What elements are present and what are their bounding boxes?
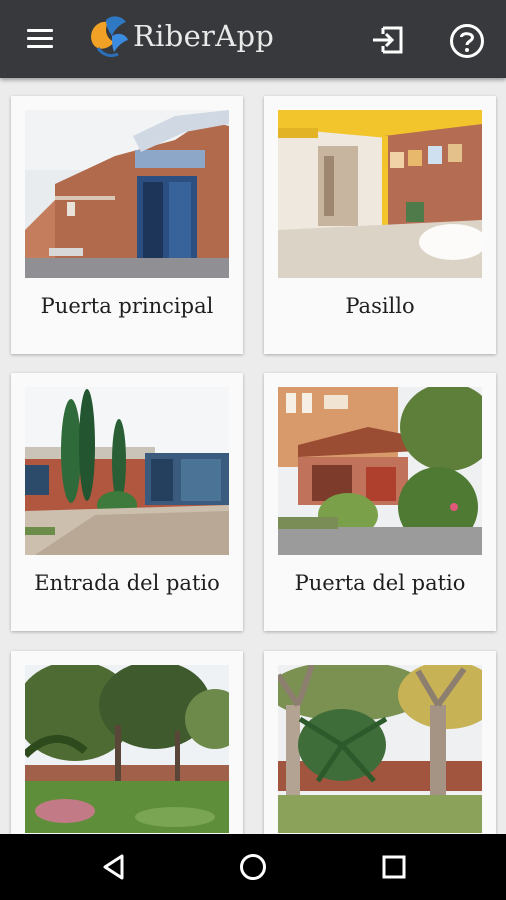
card-photo [278, 387, 482, 555]
card-puerta-principal[interactable]: Puerta principal [11, 96, 243, 354]
help-circle-icon [450, 24, 484, 58]
login-icon [373, 26, 403, 54]
card-entrada-del-patio[interactable]: Entrada del patio [11, 373, 243, 631]
login-button[interactable] [370, 24, 406, 56]
card-photo [25, 110, 229, 278]
card-puerta-del-patio[interactable]: Puerta del patio [264, 373, 496, 631]
help-button[interactable] [448, 22, 486, 60]
app-bar: RiberApp [0, 0, 506, 78]
location-grid: Puerta principal Pasillo Entrada del pat… [0, 78, 506, 834]
card-photo [278, 110, 482, 278]
app-logo-icon [84, 12, 132, 62]
home-button[interactable] [236, 850, 270, 884]
menu-button[interactable] [22, 24, 58, 54]
card-pasillo[interactable]: Pasillo [264, 96, 496, 354]
card-photo [278, 665, 482, 833]
card-label: Pasillo [345, 294, 415, 318]
recents-square-icon [382, 855, 406, 879]
card-jardin[interactable] [11, 651, 243, 834]
card-photo [25, 665, 229, 833]
app-title: RiberApp [133, 19, 275, 53]
system-nav-bar [0, 834, 506, 900]
home-circle-icon [240, 854, 266, 880]
card-palmera[interactable] [264, 651, 496, 834]
card-label: Puerta principal [40, 294, 214, 318]
card-label: Puerta del patio [294, 571, 466, 595]
card-photo [25, 387, 229, 555]
back-triangle-icon [103, 854, 124, 880]
recents-button[interactable] [377, 850, 411, 884]
menu-icon [27, 29, 53, 32]
card-label: Entrada del patio [34, 571, 220, 595]
back-button[interactable] [97, 850, 131, 884]
